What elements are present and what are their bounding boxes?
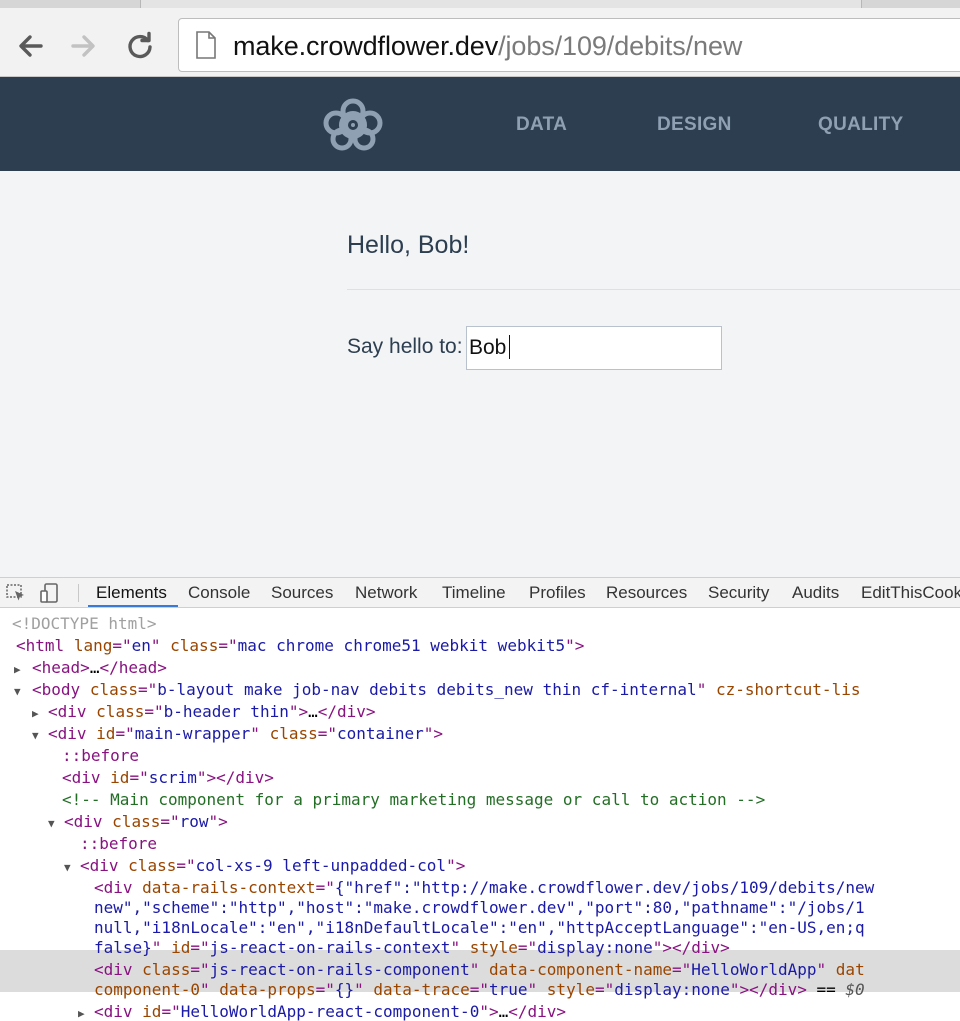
- collapse-arrow-icon[interactable]: ▼: [64, 857, 71, 879]
- expand-arrow-icon[interactable]: ▶: [14, 659, 21, 681]
- expand-arrow-icon[interactable]: ▶: [32, 703, 39, 725]
- tab-profiles[interactable]: Profiles: [529, 583, 586, 603]
- tab-security[interactable]: Security: [708, 583, 769, 603]
- expand-arrow-icon[interactable]: ▶: [78, 1003, 85, 1021]
- dom-line-col[interactable]: <div class="col-xs-9 left-unpadded-col">: [80, 855, 465, 877]
- toolbar-separator: [78, 584, 79, 602]
- address-bar[interactable]: make.crowdflower.dev/jobs/109/debits/new: [178, 18, 960, 72]
- tab-resources[interactable]: Resources: [606, 583, 687, 603]
- elements-tree: <!DOCTYPE html> <html lang="en" class="m…: [0, 608, 960, 1021]
- dom-line-head[interactable]: <head>…</head>: [32, 657, 167, 679]
- nav-design[interactable]: DESIGN: [657, 114, 732, 136]
- url-path: /jobs/109/debits/new: [498, 31, 743, 61]
- collapse-arrow-icon[interactable]: ▼: [32, 725, 39, 747]
- devtools-tab-bar: Elements Console Sources Network Timelin…: [0, 578, 960, 608]
- dom-line-row[interactable]: <div class="row">: [64, 811, 228, 833]
- arrow-right-icon: [71, 35, 95, 57]
- browser-tab[interactable]: [140, 0, 862, 8]
- divider: [347, 289, 960, 290]
- tab-timeline[interactable]: Timeline: [442, 583, 506, 603]
- active-tab-indicator: [88, 605, 178, 607]
- tab-network[interactable]: Network: [355, 583, 417, 603]
- dom-line-comment[interactable]: <!-- Main component for a primary market…: [62, 789, 765, 811]
- dom-line-react-component[interactable]: <div class="js-react-on-rails-component"…: [94, 959, 865, 981]
- url-host: make.crowdflower.dev: [233, 31, 499, 61]
- dom-line-rails-context-cont: null,"i18nLocale":"en","i18nDefaultLocal…: [94, 918, 865, 937]
- url-text: make.crowdflower.dev/jobs/109/debits/new: [233, 31, 742, 62]
- inspect-element-icon[interactable]: [6, 583, 28, 603]
- dom-line-body[interactable]: <body class="b-layout make job-nav debit…: [32, 679, 860, 701]
- dom-line-main-wrapper[interactable]: <div id="main-wrapper" class="container"…: [48, 723, 443, 745]
- site-header: DATA DESIGN QUALITY: [0, 77, 960, 171]
- forward-button[interactable]: [68, 30, 100, 62]
- dom-line-rails-context-cont: new","scheme":"http","host":"make.crowdf…: [94, 898, 865, 917]
- tab-elements[interactable]: Elements: [96, 583, 167, 603]
- browser-toolbar: make.crowdflower.dev/jobs/109/debits/new: [0, 8, 960, 77]
- dom-line-rails-context[interactable]: <div data-rails-context="{"href":"http:/…: [94, 877, 874, 899]
- collapse-arrow-icon[interactable]: ▼: [48, 813, 55, 835]
- tab-console[interactable]: Console: [188, 583, 250, 603]
- collapse-arrow-icon[interactable]: ▼: [14, 681, 21, 703]
- reload-icon: [128, 31, 152, 59]
- dom-line-doctype[interactable]: <!DOCTYPE html>: [12, 613, 157, 635]
- arrow-left-icon: [19, 35, 43, 57]
- tab-sources[interactable]: Sources: [271, 583, 333, 603]
- text-caret: [509, 335, 510, 359]
- name-input[interactable]: [466, 326, 722, 370]
- nav-data[interactable]: DATA: [516, 114, 567, 136]
- tab-audits[interactable]: Audits: [792, 583, 839, 603]
- dom-line-rails-context-end: false}" id="js-react-on-rails-context" s…: [94, 938, 730, 957]
- dom-line-react-component-cont: component-0" data-props="{}" data-trace=…: [94, 980, 865, 999]
- nav-quality[interactable]: QUALITY: [818, 114, 904, 136]
- page-icon: [196, 31, 216, 59]
- devtools-panel: Elements Console Sources Network Timelin…: [0, 577, 960, 1021]
- dom-line-header[interactable]: <div class="b-header thin">…</div>: [48, 701, 376, 723]
- dom-line-before[interactable]: ::before: [62, 745, 139, 767]
- page-title: Hello, Bob!: [347, 231, 470, 259]
- crowdflower-logo-icon[interactable]: [322, 97, 384, 151]
- reload-button[interactable]: [124, 30, 156, 62]
- dom-line-scrim[interactable]: <div id="scrim"></div>: [62, 767, 274, 789]
- tab-editthiscookie[interactable]: EditThisCook: [861, 583, 960, 603]
- browser-tab-strip: [0, 0, 960, 8]
- dom-line-hello-world[interactable]: <div id="HelloWorldApp-react-component-0…: [94, 1001, 566, 1021]
- dom-line-before[interactable]: ::before: [80, 833, 157, 855]
- back-button[interactable]: [14, 30, 46, 62]
- dom-line-html[interactable]: <html lang="en" class="mac chrome chrome…: [16, 635, 584, 657]
- say-hello-label: Say hello to:: [347, 335, 463, 358]
- main-content: Hello, Bob! Say hello to:: [0, 171, 960, 577]
- device-mode-icon[interactable]: [40, 583, 62, 603]
